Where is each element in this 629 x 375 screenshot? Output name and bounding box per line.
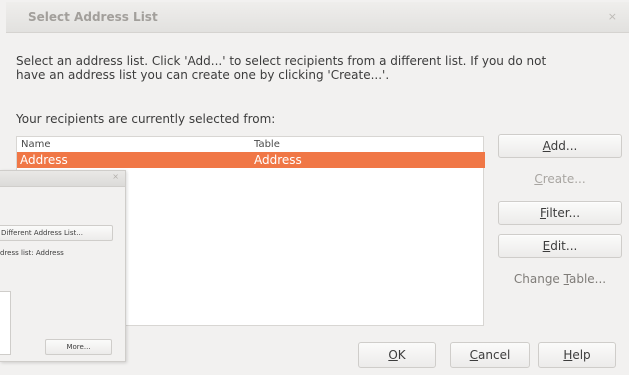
help-mnemonic: H [563, 348, 573, 362]
recipients-label: Your recipients are currently selected f… [16, 112, 276, 126]
instructions-line-2: have an address list you can create one … [16, 68, 390, 82]
background-dialog-titlebar: × [0, 171, 125, 187]
filter-label: ilter... [546, 206, 581, 220]
select-different-list-button[interactable]: Different Address List... [0, 225, 113, 241]
cancel-label: ancel [478, 348, 511, 362]
change-table-prefix: Change [513, 272, 564, 286]
more-button[interactable]: More... [45, 339, 112, 355]
close-icon[interactable]: × [608, 10, 617, 23]
cancel-mnemonic: C [469, 348, 479, 362]
row-name-cell: Address [20, 153, 68, 167]
help-label: elp [572, 348, 591, 362]
change-table-button[interactable]: Change Table... [498, 267, 622, 291]
dialog-title: Select Address List [28, 10, 158, 24]
table-row[interactable]: Address Address [17, 152, 485, 168]
create-mnemonic: C [534, 172, 543, 186]
background-preview-box [0, 291, 11, 355]
change-table-label: able... [568, 272, 607, 286]
ok-mnemonic: O [388, 348, 398, 362]
create-button[interactable]: Create... [498, 167, 622, 191]
edit-button[interactable]: Edit... [498, 234, 622, 258]
column-header-name[interactable]: Name [21, 139, 51, 150]
column-header-table[interactable]: Table [254, 139, 280, 150]
add-label: dd... [550, 139, 578, 153]
help-button[interactable]: Help [538, 342, 616, 368]
dialog-titlebar[interactable]: Select Address List × [6, 2, 629, 33]
instructions-text: Select an address list. Click 'Add...' t… [16, 54, 606, 82]
edit-label: dit... [550, 239, 578, 253]
create-label: reate... [542, 172, 586, 186]
cancel-button[interactable]: Cancel [450, 342, 530, 368]
table-header: Name Table [17, 137, 483, 152]
instructions-line-1: Select an address list. Click 'Add...' t… [16, 54, 547, 68]
add-mnemonic: A [542, 139, 551, 153]
ok-button[interactable]: OK [358, 342, 436, 368]
background-close-icon[interactable]: × [112, 172, 119, 181]
filter-button[interactable]: Filter... [498, 201, 622, 225]
add-button[interactable]: Add... [498, 134, 622, 158]
row-table-cell: Address [254, 153, 302, 167]
background-dialog: × Different Address List... dress list: … [0, 170, 126, 362]
current-list-text: dress list: Address [0, 249, 64, 257]
screen: Select Address List × Select an address … [0, 0, 629, 375]
ok-label: K [397, 348, 406, 362]
